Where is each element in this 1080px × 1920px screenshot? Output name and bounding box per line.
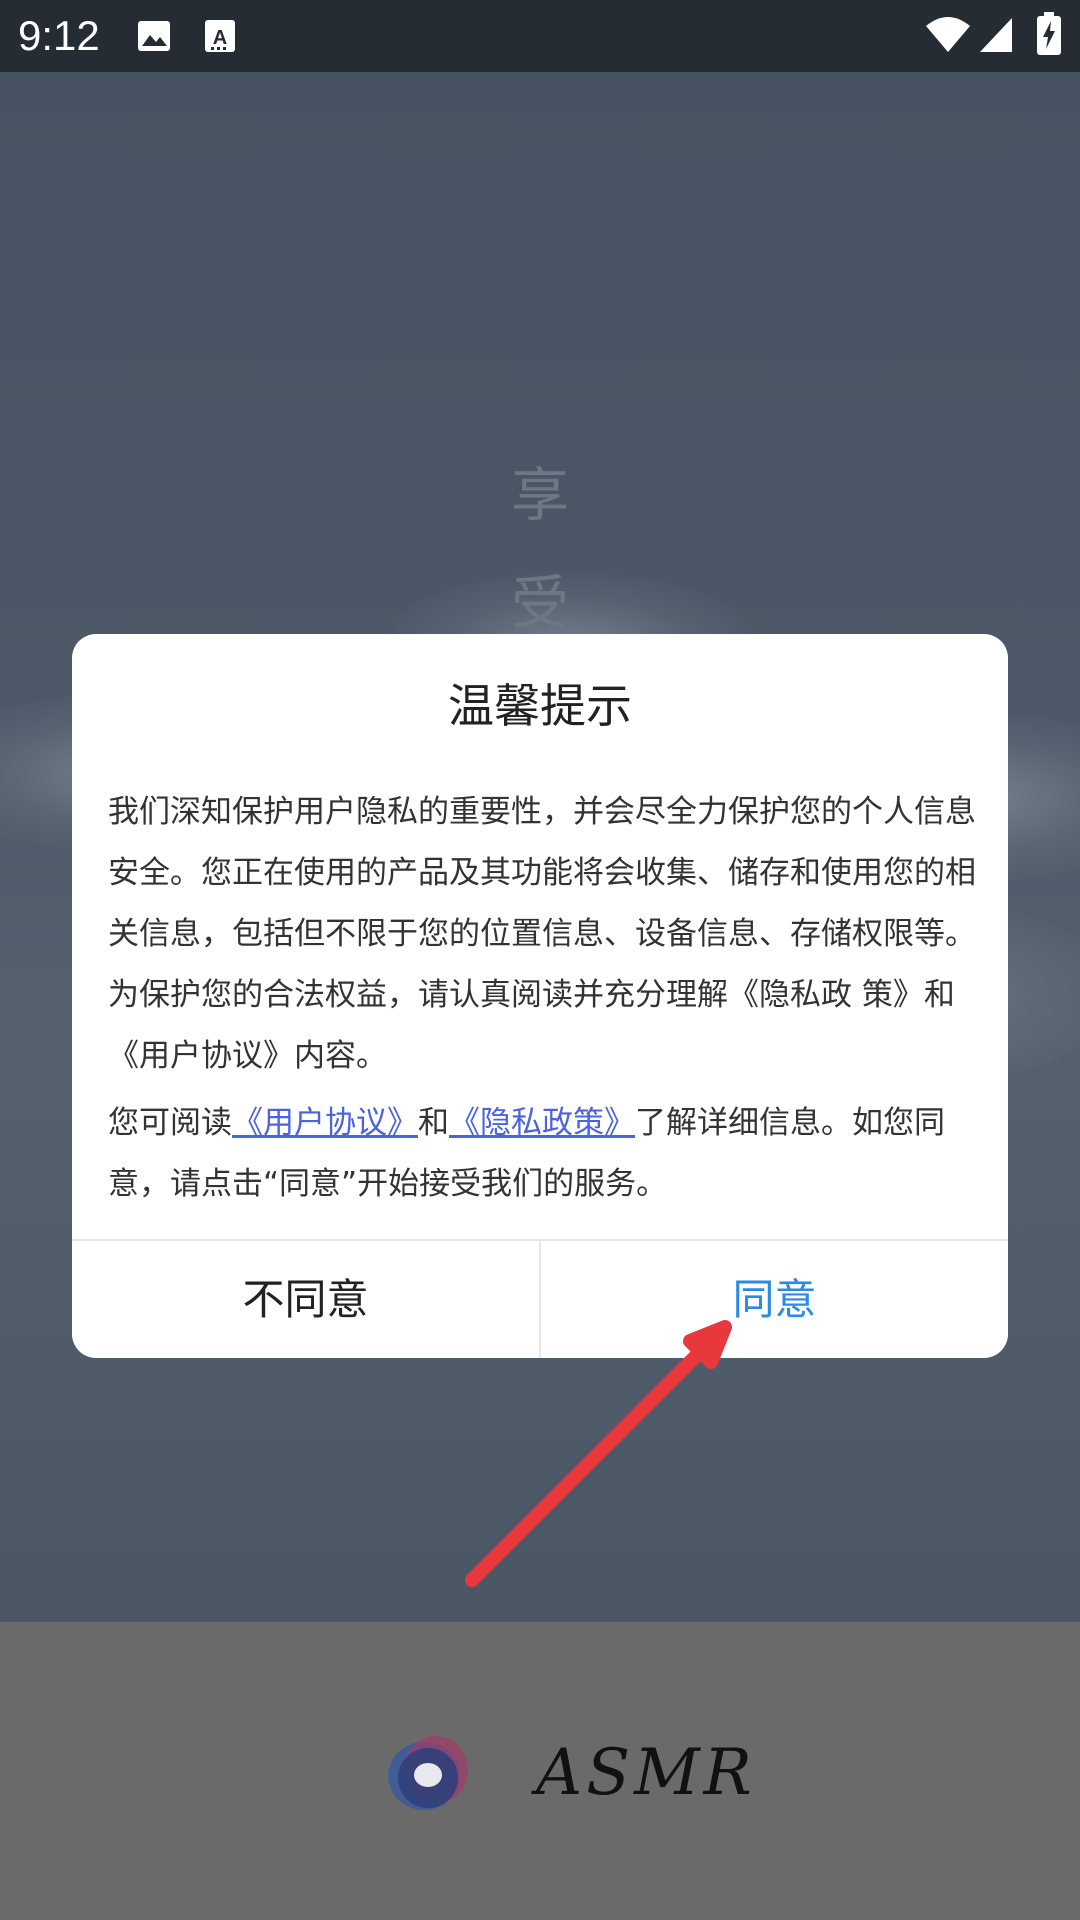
- user-agreement-link[interactable]: 《用户协议》: [232, 1105, 418, 1141]
- image-icon: [136, 18, 172, 58]
- dialog-body: 我们深知保护用户隐私的重要性，并会尽全力保护您的个人信息安全。您正在使用的产品及…: [108, 782, 978, 1215]
- svg-text:A: A: [213, 27, 227, 49]
- read-prefix: 您可阅读: [108, 1105, 232, 1141]
- read-connector: 和: [418, 1105, 449, 1141]
- agree-button[interactable]: 同意: [541, 1241, 1008, 1358]
- privacy-dialog: 温馨提示 我们深知保护用户隐私的重要性，并会尽全力保护您的个人信息安全。您正在使…: [72, 634, 1008, 1358]
- disagree-button[interactable]: 不同意: [72, 1241, 539, 1358]
- wifi-icon: [924, 14, 972, 58]
- status-bar: 9:12 A: [0, 0, 1080, 72]
- text-recognition-icon: A: [204, 18, 236, 58]
- brand-name: ASMR: [536, 1736, 756, 1810]
- dialog-title: 温馨提示: [448, 679, 632, 733]
- status-time: 9:12: [18, 12, 100, 59]
- battery-charging-icon: [1036, 12, 1062, 60]
- cellular-signal-icon: [978, 14, 1014, 58]
- splash-slogan-char-1: 享: [510, 461, 569, 529]
- app-logo-icon: [384, 1728, 474, 1818]
- privacy-notice-text: 我们深知保护用户隐私的重要性，并会尽全力保护您的个人信息安全。您正在使用的产品及…: [108, 794, 976, 1074]
- read-agreements-text: 您可阅读《用户协议》和《隐私政策》了解详细信息。如您同意，请点击“同意”开始接受…: [108, 1093, 978, 1215]
- privacy-policy-link[interactable]: 《隐私政策》: [449, 1105, 635, 1141]
